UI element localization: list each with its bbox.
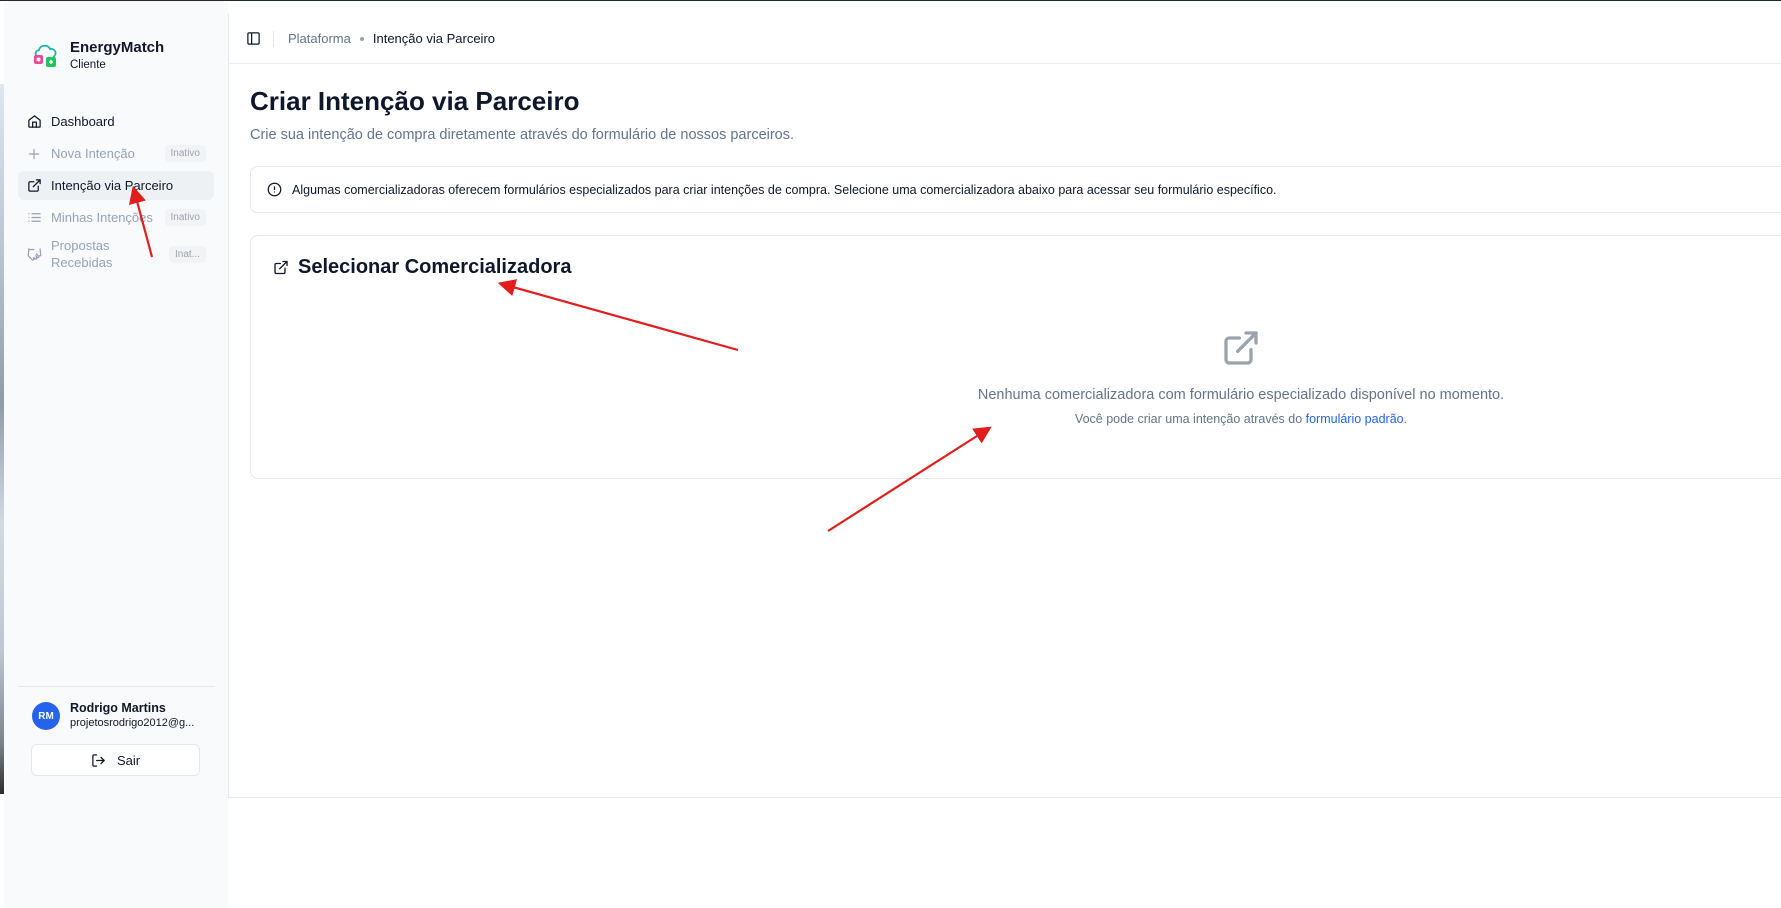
empty-state: Nenhuma comercializadora com formulário … xyxy=(951,328,1531,426)
sidebar-item-intencao-via-parceiro[interactable]: Intenção via Parceiro xyxy=(18,171,214,200)
empty-hint-suffix: . xyxy=(1403,412,1408,426)
sidebar-nav: Dashboard Nova Intenção Inativo Intenção… xyxy=(18,107,214,276)
energy-logo-icon xyxy=(34,44,57,67)
sidebar-item-label: Dashboard xyxy=(51,114,115,129)
sidebar-item-nova-intencao[interactable]: Nova Intenção Inativo xyxy=(18,139,214,168)
empty-message: Nenhuma comercializadora com formulário … xyxy=(977,387,1505,403)
breadcrumb-current: Intenção via Parceiro xyxy=(372,31,495,46)
empty-hint: Você pode criar uma intenção através do … xyxy=(951,412,1531,426)
external-link-icon xyxy=(1224,331,1258,365)
list-icon xyxy=(26,210,42,226)
sidebar-item-label: Intenção via Parceiro xyxy=(51,178,174,193)
status-badge: Inat... xyxy=(168,245,206,263)
status-badge: Inativo xyxy=(164,209,206,226)
alert-text: Algumas comercializadoras oferecem formu… xyxy=(292,182,1277,197)
breadcrumb-root[interactable]: Plataforma xyxy=(288,31,351,46)
user-profile[interactable]: RM Rodrigo Martins projetosrodrigo2012@g… xyxy=(32,701,194,731)
info-circle-icon xyxy=(266,182,282,198)
user-name: Rodrigo Martins xyxy=(70,701,166,715)
external-link-icon xyxy=(273,260,289,276)
logout-label: Sair xyxy=(116,752,141,768)
empty-hint-prefix: Você pode criar uma intenção através do xyxy=(1074,412,1306,426)
sidebar: EnergyMatch Cliente Dashboard Nova Inten… xyxy=(4,1,228,908)
sidebar-item-propostas-recebidas[interactable]: Propostas Recebidas Inat... xyxy=(18,235,214,273)
user-email: projetosrodrigo2012@g... xyxy=(70,717,195,729)
brand-name: EnergyMatch xyxy=(70,39,165,56)
sidebar-toggle-icon[interactable] xyxy=(245,31,261,47)
card-title: Selecionar Comercializadora xyxy=(273,256,571,279)
plus-icon xyxy=(26,146,42,162)
page-subtitle: Crie sua intenção de compra diretamente … xyxy=(250,127,795,143)
default-form-link[interactable]: formulário padrão xyxy=(1306,412,1404,426)
page-title: Criar Intenção via Parceiro xyxy=(250,86,580,116)
sidebar-item-dashboard[interactable]: Dashboard xyxy=(18,107,214,136)
sidebar-item-minhas-intencoes[interactable]: Minhas Intenções Inativo xyxy=(18,203,214,232)
sidebar-item-label: Nova Intenção xyxy=(51,146,135,161)
card-title-text: Selecionar Comercializadora xyxy=(298,256,572,278)
brand[interactable]: EnergyMatch Cliente xyxy=(30,39,164,73)
avatar: RM xyxy=(32,702,60,730)
handshake-icon xyxy=(26,246,42,262)
sidebar-divider xyxy=(18,686,215,687)
main-content: Plataforma Intenção via Parceiro Criar I… xyxy=(228,14,1781,798)
home-icon xyxy=(26,114,42,130)
select-partner-card: Selecionar Comercializadora Nenhuma come… xyxy=(250,235,1781,479)
info-alert: Algumas comercializadoras oferecem formu… xyxy=(250,166,1781,213)
brand-role: Cliente xyxy=(70,59,106,71)
top-header: Plataforma Intenção via Parceiro xyxy=(229,14,1781,64)
header-divider xyxy=(273,30,274,47)
logout-button[interactable]: Sair xyxy=(31,744,200,776)
sidebar-item-label: Propostas Recebidas xyxy=(51,238,113,270)
sidebar-item-label: Minhas Intenções xyxy=(51,210,153,225)
external-link-icon xyxy=(26,178,42,194)
status-badge: Inativo xyxy=(164,145,206,162)
breadcrumb-separator xyxy=(359,36,364,41)
window-top-border xyxy=(0,0,1781,1)
logout-icon xyxy=(91,752,107,768)
